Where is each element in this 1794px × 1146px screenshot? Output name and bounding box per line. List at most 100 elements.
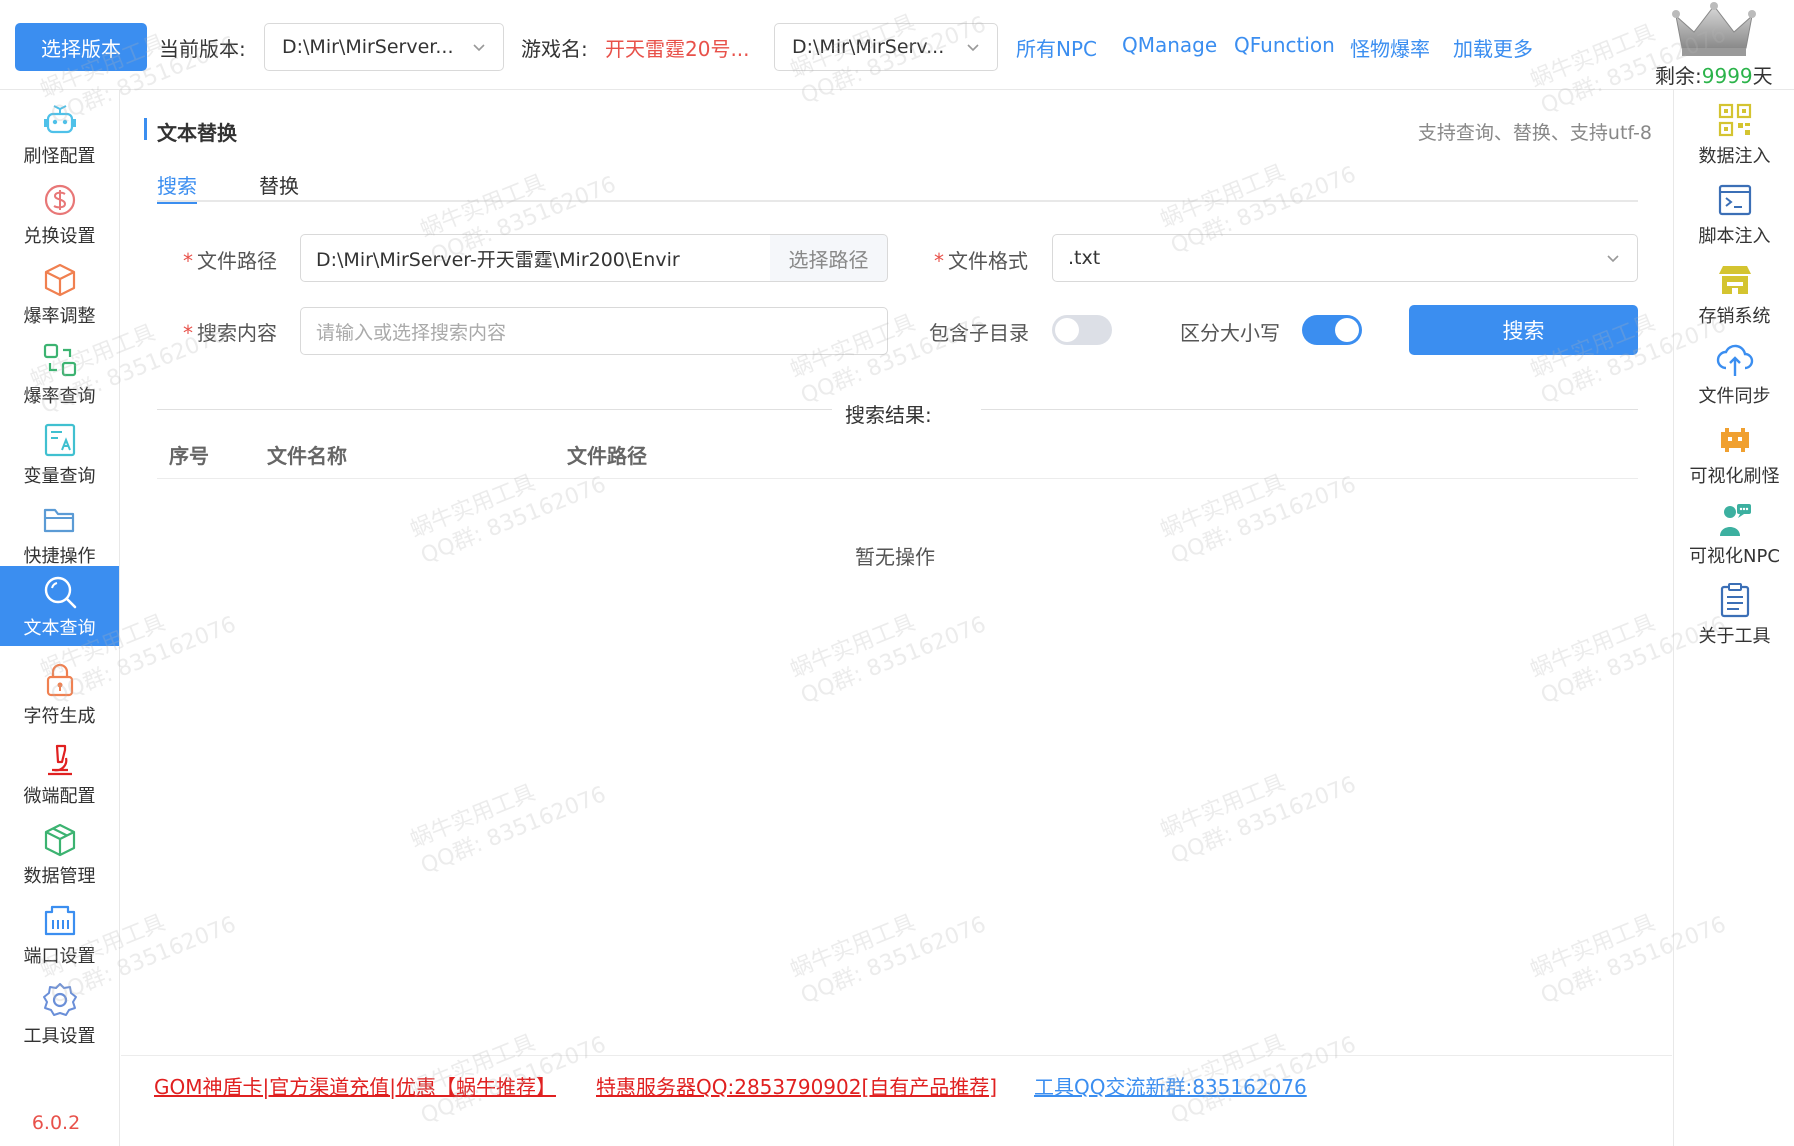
cube-icon [44,263,75,297]
terminal-icon [1718,184,1751,216]
sidebar-item-quick-actions[interactable]: 快捷操作 [0,494,119,574]
select-version-button[interactable]: 选择版本 [15,23,147,71]
sidebar-item-visual-spawn[interactable]: 可视化刷怪 [1674,414,1794,494]
title-accent-bar [144,118,147,140]
monster-drop-rate-link[interactable]: 怪物爆率 [1350,33,1430,62]
port-icon [44,905,75,936]
divider-line [157,409,832,410]
sidebar-item-script-inject[interactable]: 脚本注入 [1674,174,1794,254]
footer: GOM神盾卡|官方渠道充值|优惠【蜗牛推荐】 特惠服务器QQ:285379090… [121,1055,1672,1146]
sidebar-item-label: 微端配置 [23,786,96,807]
store-icon [1718,266,1751,294]
sidebar-item-exchange-settings[interactable]: 兑换设置 [0,174,119,254]
game-name-label: 游戏名: [521,37,588,61]
file-path-value: D:\Mir\MirServer-开天雷霆\Mir200\Envir [316,248,680,271]
sidebar-item-drop-rate-query[interactable]: 爆率查询 [0,334,119,414]
current-version-label: 当前版本: [159,37,246,61]
required-mark: * [934,249,944,273]
column-header-index: 序号 [169,444,209,468]
sidebar-item-data-management[interactable]: 数据管理 [0,814,119,894]
server-path-value: D:\Mir\MirServ... [792,36,945,58]
toggle-knob [1055,318,1079,342]
page-title: 文本替换 [157,121,237,145]
current-version-select[interactable]: D:\Mir\MirServer... [264,23,504,71]
column-header-file-name: 文件名称 [267,444,347,468]
toggle-knob [1335,318,1359,342]
remaining-days: 剩余:9999天 [1655,60,1773,89]
sidebar-item-char-generate[interactable]: 字符生成 [0,654,119,734]
sidebar-item-label: 数据管理 [23,866,96,887]
server-path-select[interactable]: D:\Mir\MirServ... [774,23,998,71]
sidebar-item-label: 可视化刷怪 [1689,466,1780,487]
case-sensitive-toggle[interactable] [1302,315,1362,345]
gear-icon [42,983,77,1016]
tab-bar: 搜索 替换 [157,170,1638,204]
sidebar-item-about-tool[interactable]: 关于工具 [1674,574,1794,654]
all-npc-link[interactable]: 所有NPC [1016,33,1097,62]
search-results-label: 搜索结果: [845,403,932,427]
file-path-input[interactable]: D:\Mir\MirServer-开天雷霆\Mir200\Envir [300,234,771,282]
right-sidebar: 数据注入 脚本注入 存销系统 文件同步 可视化刷怪 可视化NPC 关于工具 [1673,90,1794,1146]
sidebar-item-label: 端口设置 [23,946,96,967]
tab-search[interactable]: 搜索 [157,170,197,204]
sidebar-item-store-system[interactable]: 存销系统 [1674,254,1794,334]
case-sensitive-label: 区分大小写 [1180,321,1280,345]
table-header-divider [157,478,1638,479]
left-sidebar: 刷怪配置 兑换设置 爆率调整 爆率查询 变量查询 快捷操作 文本查询 字符生成 … [0,90,120,1146]
sidebar-item-data-inject[interactable]: 数据注入 [1674,94,1794,174]
search-icon [44,576,76,609]
sidebar-item-label: 刷怪配置 [23,146,96,167]
qmanage-link[interactable]: QManage [1122,33,1217,57]
sidebar-item-label: 数据注入 [1698,146,1771,167]
search-content-input[interactable]: 请输入或选择搜索内容 [300,307,888,355]
sidebar-item-label: 工具设置 [23,1026,96,1047]
app-version: 6.0.2 [31,1112,81,1134]
chevron-down-icon [967,44,979,52]
qrcode-icon [1718,103,1751,137]
tab-replace[interactable]: 替换 [259,170,299,202]
npc-icon [1719,504,1751,536]
search-button[interactable]: 搜索 [1409,305,1638,355]
required-mark: * [183,321,193,345]
current-version-value: D:\Mir\MirServer... [282,36,454,58]
game-name-value: 开天雷霆20号... [605,37,750,61]
divider-line [981,409,1638,410]
footer-link-tool-qq-group[interactable]: 工具QQ交流新群:835162076 [1034,1071,1307,1100]
sidebar-item-variable-query[interactable]: 变量查询 [0,414,119,494]
sidebar-item-port-settings[interactable]: 端口设置 [0,894,119,974]
sidebar-item-label: 快捷操作 [23,546,96,567]
file-format-value: .txt [1068,247,1101,269]
sidebar-item-label: 文件同步 [1698,386,1771,407]
search-content-label-text: 搜索内容 [197,321,277,345]
sidebar-item-text-query[interactable]: 文本查询 [0,566,119,646]
file-path-label: * 文件路径 [183,245,277,274]
refresh-squares-icon [43,343,76,377]
qfunction-link[interactable]: QFunction [1234,33,1335,57]
footer-link-gom-card[interactable]: GOM神盾卡|官方渠道充值|优惠【蜗牛推荐】 [154,1071,556,1100]
chevron-down-icon [1607,255,1619,263]
sidebar-item-spawn-config[interactable]: 刷怪配置 [0,94,119,174]
load-more-link[interactable]: 加载更多 [1453,33,1533,62]
sidebar-item-tool-settings[interactable]: 工具设置 [0,974,119,1054]
crown-icon [1672,2,1756,56]
sidebar-item-file-sync[interactable]: 文件同步 [1674,334,1794,414]
sidebar-item-visual-npc[interactable]: 可视化NPC [1674,494,1794,574]
sidebar-item-drop-rate-adjust[interactable]: 爆率调整 [0,254,119,334]
sidebar-item-label: 脚本注入 [1698,226,1771,247]
empty-results-text: 暂无操作 [855,545,935,569]
include-subdir-label: 包含子目录 [929,321,1029,345]
choose-path-button[interactable]: 选择路径 [770,234,888,282]
footer-link-server-qq[interactable]: 特惠服务器QQ:2853790902[自有产品推荐] [596,1071,997,1100]
include-subdir-toggle[interactable] [1052,315,1112,345]
sidebar-item-label: 兑换设置 [23,226,96,247]
robot-icon [43,105,76,134]
sidebar-item-label: 可视化NPC [1689,546,1780,567]
sidebar-item-micro-client[interactable]: 微端配置 [0,734,119,814]
sidebar-item-label: 变量查询 [23,466,96,487]
file-format-select[interactable]: .txt [1052,234,1638,282]
sidebar-item-label: 爆率调整 [23,306,96,327]
cloud-sync-icon [1716,344,1753,376]
sidebar-item-label: 存销系统 [1698,306,1771,327]
top-bar: 选择版本 当前版本: D:\Mir\MirServer... 游戏名: 开天雷霆… [0,0,1794,90]
file-format-label-text: 文件格式 [948,249,1028,273]
